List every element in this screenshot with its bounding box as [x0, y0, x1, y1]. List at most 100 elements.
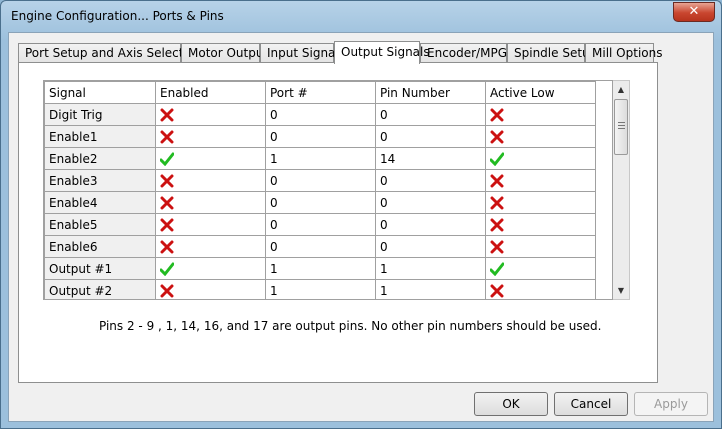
cross-icon [490, 196, 504, 210]
ok-button[interactable]: OK [474, 392, 548, 416]
pin-number-cell[interactable]: 1 [375, 257, 486, 280]
signal-name-cell[interactable]: Enable3 [44, 169, 156, 192]
table-row[interactable]: Digit Trig 0 0 [44, 103, 596, 126]
enabled-cell[interactable] [155, 103, 266, 126]
port-cell[interactable]: 1 [265, 279, 376, 299]
signal-name-cell[interactable]: Enable4 [44, 191, 156, 214]
pin-number-cell[interactable]: 0 [375, 213, 486, 236]
signal-name-cell[interactable]: Enable6 [44, 235, 156, 258]
active-low-cell[interactable] [485, 279, 596, 299]
cancel-button[interactable]: Cancel [554, 392, 628, 416]
column-header-signal[interactable]: Signal [44, 81, 156, 104]
title-bar[interactable]: Engine Configuration... Ports & Pins ✕ [1, 1, 721, 31]
enabled-cell[interactable] [155, 213, 266, 236]
thumb-grip-line [618, 122, 625, 123]
apply-button[interactable]: Apply [634, 392, 708, 416]
port-cell[interactable]: 0 [265, 191, 376, 214]
tab-panel-output-signals: Signal Enabled Port # Pin Number Active … [18, 62, 658, 383]
table-row[interactable]: Enable1 0 0 [44, 125, 596, 148]
port-cell[interactable]: 1 [265, 257, 376, 280]
cross-icon [160, 130, 174, 144]
table-row[interactable]: Output #1 1 1 [44, 257, 596, 280]
pin-number-cell[interactable]: 0 [375, 235, 486, 258]
cross-icon [160, 218, 174, 232]
active-low-cell[interactable] [485, 235, 596, 258]
scrollbar-thumb[interactable] [614, 99, 628, 155]
signal-name-cell[interactable]: Output #1 [44, 257, 156, 280]
cross-icon [490, 108, 504, 122]
scroll-up-arrow-icon[interactable]: ▲ [613, 81, 629, 98]
window-title: Engine Configuration... Ports & Pins [11, 9, 224, 23]
column-header-enabled[interactable]: Enabled [155, 81, 266, 104]
tab-input-signals[interactable]: Input Signals [260, 43, 345, 63]
checkmark-icon [490, 262, 504, 276]
tab-port-setup[interactable]: Port Setup and Axis Selection [18, 43, 202, 63]
pin-number-cell[interactable]: 0 [375, 191, 486, 214]
close-button[interactable]: ✕ [673, 2, 715, 22]
active-low-cell[interactable] [485, 169, 596, 192]
tab-spindle-setup[interactable]: Spindle Setup [507, 43, 597, 63]
cross-icon [490, 174, 504, 188]
signal-name-cell[interactable]: Enable2 [44, 147, 156, 170]
tab-encoder-mpgs[interactable]: Encoder/MPG's [420, 43, 517, 63]
thumb-grip-line [618, 128, 625, 129]
signal-name-cell[interactable]: Enable5 [44, 213, 156, 236]
checkmark-icon [160, 262, 174, 276]
tab-output-signals[interactable]: Output Signals [334, 41, 430, 64]
enabled-cell[interactable] [155, 257, 266, 280]
active-low-cell[interactable] [485, 103, 596, 126]
signals-grid: Signal Enabled Port # Pin Number Active … [43, 80, 613, 300]
pin-number-cell[interactable]: 0 [375, 169, 486, 192]
column-header-port[interactable]: Port # [265, 81, 376, 104]
cross-icon [160, 284, 174, 298]
table-row[interactable]: Enable6 0 0 [44, 235, 596, 258]
cross-icon [490, 130, 504, 144]
port-cell[interactable]: 1 [265, 147, 376, 170]
cross-icon [490, 240, 504, 254]
port-cell[interactable]: 0 [265, 103, 376, 126]
dialog-window: Engine Configuration... Ports & Pins ✕ P… [0, 0, 722, 429]
port-cell[interactable]: 0 [265, 125, 376, 148]
column-header-pin-number[interactable]: Pin Number [375, 81, 486, 104]
table-row[interactable]: Enable3 0 0 [44, 169, 596, 192]
active-low-cell[interactable] [485, 147, 596, 170]
dialog-client-area: Port Setup and Axis Selection Motor Outp… [8, 32, 714, 422]
active-low-cell[interactable] [485, 125, 596, 148]
tab-motor-outputs[interactable]: Motor Outputs [181, 43, 274, 63]
grid-vertical-scrollbar[interactable]: ▲ ▼ [613, 80, 630, 300]
signal-name-cell[interactable]: Output #2 [44, 279, 156, 299]
cross-icon [490, 218, 504, 232]
active-low-cell[interactable] [485, 257, 596, 280]
pin-number-cell[interactable]: 1 [375, 279, 486, 299]
signal-name-cell[interactable]: Digit Trig [44, 103, 156, 126]
enabled-cell[interactable] [155, 147, 266, 170]
enabled-cell[interactable] [155, 235, 266, 258]
cross-icon [160, 174, 174, 188]
port-cell[interactable]: 0 [265, 235, 376, 258]
table-row[interactable]: Output #2 1 1 [44, 279, 596, 299]
pin-number-cell[interactable]: 0 [375, 125, 486, 148]
checkmark-icon [160, 152, 174, 166]
active-low-cell[interactable] [485, 191, 596, 214]
enabled-cell[interactable] [155, 169, 266, 192]
cross-icon [490, 284, 504, 298]
cross-icon [160, 196, 174, 210]
pin-number-cell[interactable]: 0 [375, 103, 486, 126]
scroll-down-arrow-icon[interactable]: ▼ [613, 282, 629, 299]
enabled-cell[interactable] [155, 191, 266, 214]
signal-name-cell[interactable]: Enable1 [44, 125, 156, 148]
column-header-active-low[interactable]: Active Low [485, 81, 596, 104]
enabled-cell[interactable] [155, 279, 266, 299]
table-row[interactable]: Enable4 0 0 [44, 191, 596, 214]
port-cell[interactable]: 0 [265, 213, 376, 236]
output-pins-note: Pins 2 - 9 , 1, 14, 16, and 17 are outpu… [99, 319, 602, 333]
enabled-cell[interactable] [155, 125, 266, 148]
table-row[interactable]: Enable5 0 0 [44, 213, 596, 236]
tab-mill-options[interactable]: Mill Options [585, 43, 662, 63]
pin-number-cell[interactable]: 14 [375, 147, 486, 170]
port-cell[interactable]: 0 [265, 169, 376, 192]
table-row[interactable]: Enable2 1 14 [44, 147, 596, 170]
active-low-cell[interactable] [485, 213, 596, 236]
cross-icon [160, 108, 174, 122]
thumb-grip-line [618, 125, 625, 126]
